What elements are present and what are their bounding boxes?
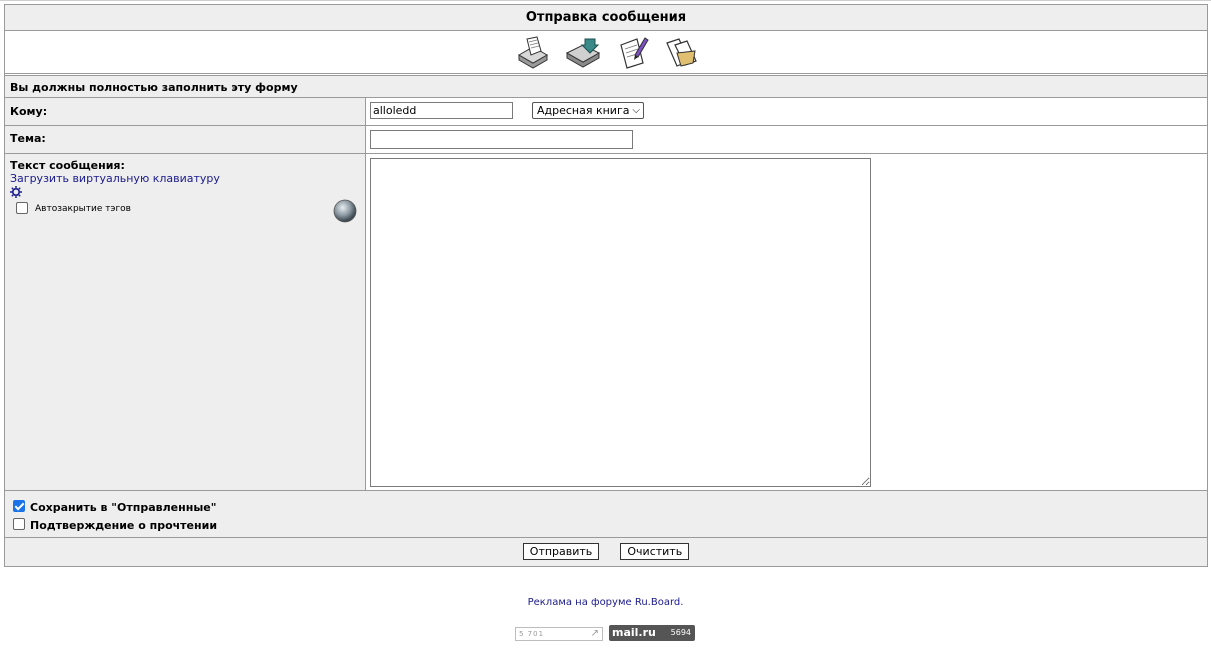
read-receipt-checkbox[interactable] (13, 518, 25, 530)
subject-input[interactable] (370, 130, 633, 149)
virtual-keyboard-link[interactable]: Загрузить виртуальную клавиатуру (10, 172, 220, 185)
body-label: Текст сообщения: (10, 159, 125, 172)
outbox-icon[interactable] (565, 35, 601, 69)
keyboard-gear-icon[interactable] (10, 186, 22, 198)
recipient-cell: Адресная книга ⌵ (366, 98, 1207, 125)
read-receipt-label: Подтверждение о прочтении (30, 519, 218, 532)
footer-ad: Реклама на форуме Ru.Board. (0, 597, 1211, 608)
save-sent-checkbox[interactable] (13, 500, 25, 512)
recipient-row: Кому: Адресная книга ⌵ (5, 98, 1207, 126)
compose-icon[interactable] (615, 35, 651, 69)
top-border-line (0, 0, 1211, 3)
hit-counter-value: 5 701 (519, 630, 545, 638)
send-button[interactable]: Отправить (522, 543, 600, 560)
forum-ad-link[interactable]: Реклама на форуме Ru.Board. (528, 597, 684, 608)
autoclose-wrap: Автозакрытие тэгов (10, 199, 365, 223)
subject-row: Тема: (5, 126, 1207, 154)
message-body-cell (366, 154, 1207, 490)
preview-orb-icon[interactable] (333, 199, 357, 223)
message-body-row: Текст сообщения: Загрузить виртуальную к… (5, 154, 1207, 491)
mailru-logo: mail.ru (612, 626, 656, 639)
clear-button[interactable]: Очистить (620, 543, 690, 560)
mailru-count: 5694 (670, 628, 691, 637)
page-title: Отправка сообщения (5, 5, 1207, 31)
subject-cell (366, 126, 1207, 153)
message-form: Отправка сообщения Вы должны полностью з… (4, 4, 1208, 567)
chevron-down-icon: ⌵ (632, 105, 640, 116)
arrow-icon: ↗ (590, 628, 600, 639)
mail-toolbar (5, 31, 1207, 74)
message-body-textarea[interactable] (370, 158, 871, 487)
body-label-cell: Текст сообщения: Загрузить виртуальную к… (5, 154, 366, 490)
autoclose-checkbox[interactable] (16, 202, 28, 214)
hit-counter[interactable]: 5 701 ↗ (515, 627, 603, 641)
address-book-select[interactable]: Адресная книга ⌵ (532, 102, 644, 119)
keyboard-icon-wrap (10, 185, 365, 199)
to-label: Кому: (5, 98, 366, 125)
subject-label: Тема: (5, 126, 366, 153)
autoclose-label: Автозакрытие тэгов (35, 204, 131, 214)
recipient-input[interactable] (370, 102, 513, 119)
inbox-icon[interactable] (515, 35, 551, 69)
save-sent-label: Сохранить в "Отправленные" (30, 501, 217, 514)
address-book-selected: Адресная книга (537, 104, 630, 117)
mailru-counter[interactable]: mail.ru 5694 (609, 625, 695, 641)
form-buttons-row: Отправить Очистить (5, 538, 1207, 566)
form-notice: Вы должны полностью заполнить эту форму (5, 75, 1207, 98)
sent-folder-icon[interactable] (663, 35, 699, 69)
message-options-row: Сохранить в "Отправленные" Подтверждение… (5, 491, 1207, 538)
